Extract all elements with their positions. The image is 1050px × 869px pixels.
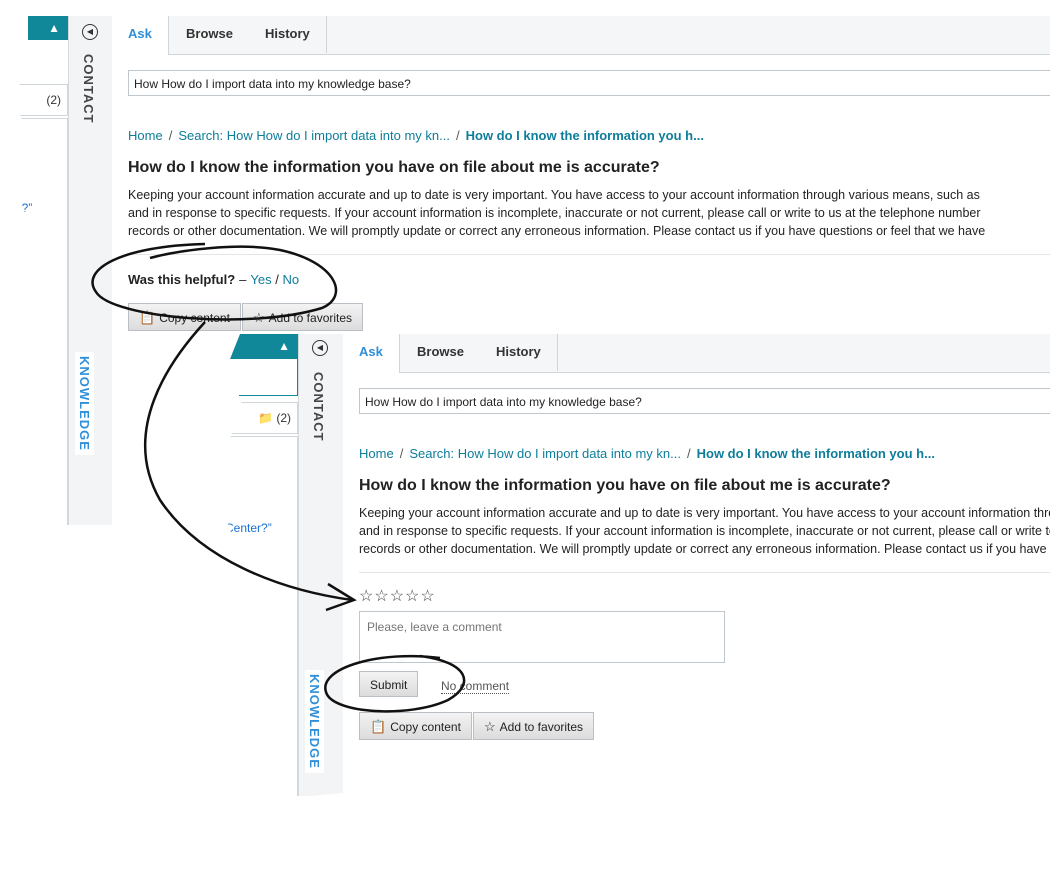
copy-icon: 📋 [139, 310, 156, 325]
article-line: Keeping your account information accurat… [359, 506, 1050, 520]
copy-icon: 📋 [370, 719, 387, 734]
knowledge-tab[interactable]: KNOWLEDGE [75, 352, 94, 455]
article-title: How do I know the information you have o… [359, 477, 891, 494]
breadcrumb-search[interactable]: Search: How How do I import data into my… [409, 446, 681, 461]
left-panel: ▲ (2) er?” [12, 14, 68, 525]
star-icon: ☆ [484, 719, 496, 734]
result-count: (2) [46, 93, 61, 107]
tab-browse[interactable]: Browse [401, 334, 481, 371]
breadcrumb: Home / Search: How How do I import data in… [128, 128, 704, 143]
vertical-sidebar: ◀ CONTACT KNOWLEDGE [68, 16, 114, 525]
copy-content-label: Copy content [390, 720, 461, 734]
helpful-prompt: Was this helpful? – Yes / No [128, 272, 299, 287]
no-comment-link[interactable]: No comment [441, 679, 510, 694]
tab-bar: Ask Browse History [343, 334, 1050, 373]
article-body: Keeping your account information accurat… [128, 186, 1050, 240]
helpful-yes-link[interactable]: Yes [250, 272, 271, 287]
result-count: 📁 (2) [258, 411, 291, 425]
slash: / [275, 272, 279, 287]
tab-browse[interactable]: Browse [170, 16, 250, 53]
result-count-value: (2) [276, 411, 291, 425]
divider [359, 572, 1050, 573]
breadcrumb-current: How do I know the information you h... [696, 446, 935, 461]
helpful-no-link[interactable]: No [282, 272, 299, 287]
tab-history[interactable]: History [480, 334, 558, 371]
helpful-question: Was this helpful? [128, 272, 236, 287]
star-icon: ☆ [253, 310, 265, 325]
add-to-favorites-button[interactable]: ☆ Add to favorites [473, 712, 595, 740]
tab-ask[interactable]: Ask [112, 16, 169, 55]
breadcrumb-home[interactable]: Home [359, 446, 394, 461]
left-panel-filter[interactable]: (2) [12, 84, 68, 116]
rating-stars[interactable]: ☆☆☆☆☆ [359, 586, 436, 606]
article-body: Keeping your account information accurat… [359, 504, 1050, 558]
divider [128, 254, 1050, 255]
contact-tab[interactable]: CONTACT [81, 54, 96, 124]
result-link[interactable]: er?” [12, 201, 32, 215]
breadcrumb-search[interactable]: Search: How How do I import data into my… [178, 128, 450, 143]
search-input[interactable]: How How do I import data into my knowled… [128, 70, 1050, 96]
add-to-favorites-button[interactable]: ☆ Add to favorites [242, 303, 364, 331]
article-title: How do I know the information you have o… [128, 159, 660, 176]
submit-button[interactable]: Submit [359, 671, 419, 697]
comment-input[interactable] [359, 611, 725, 663]
result-link[interactable]: Center?” [228, 521, 272, 535]
chevron-up-icon[interactable]: ▲ [48, 21, 60, 35]
main-content: Ask Browse History How How do I import d… [343, 334, 1050, 796]
article-line: records or other documentation. We will … [128, 224, 986, 238]
tab-history[interactable]: History [249, 16, 327, 53]
article-line: records or other documentation. We will … [359, 542, 1050, 556]
dash: – [239, 272, 247, 287]
screenshot-after: ▲ 📁 (2) in Center?” ◀ CONTACT KNOWLEDGE … [228, 334, 1050, 796]
copy-content-button[interactable]: 📋 Copy content [359, 712, 472, 740]
add-to-favorites-label: Add to favorites [268, 311, 353, 325]
chevron-up-icon[interactable]: ▲ [278, 339, 290, 353]
search-input[interactable]: How How do I import data into my knowled… [359, 388, 1050, 414]
left-panel-results: er?” [12, 118, 68, 525]
article-line: Keeping your account information accurat… [128, 188, 980, 202]
copy-content-button[interactable]: 📋 Copy content [128, 303, 241, 331]
breadcrumb-home[interactable]: Home [128, 128, 163, 143]
vertical-sidebar: ◀ CONTACT KNOWLEDGE [298, 334, 344, 796]
tab-ask[interactable]: Ask [343, 334, 400, 373]
tab-bar: Ask Browse History [112, 16, 1050, 55]
collapse-icon[interactable]: ◀ [82, 24, 98, 40]
left-panel-header: ▲ [12, 16, 68, 40]
breadcrumb: Home / Search: How How do I import data in… [359, 446, 935, 461]
collapse-icon[interactable]: ◀ [312, 340, 328, 356]
contact-tab[interactable]: CONTACT [311, 372, 326, 442]
article-line: and in response to specific requests. If… [359, 524, 1050, 538]
copy-content-label: Copy content [159, 311, 230, 325]
article-line: and in response to specific requests. If… [128, 206, 981, 220]
add-to-favorites-label: Add to favorites [499, 720, 584, 734]
breadcrumb-current: How do I know the information you h... [465, 128, 704, 143]
knowledge-tab[interactable]: KNOWLEDGE [305, 670, 324, 773]
